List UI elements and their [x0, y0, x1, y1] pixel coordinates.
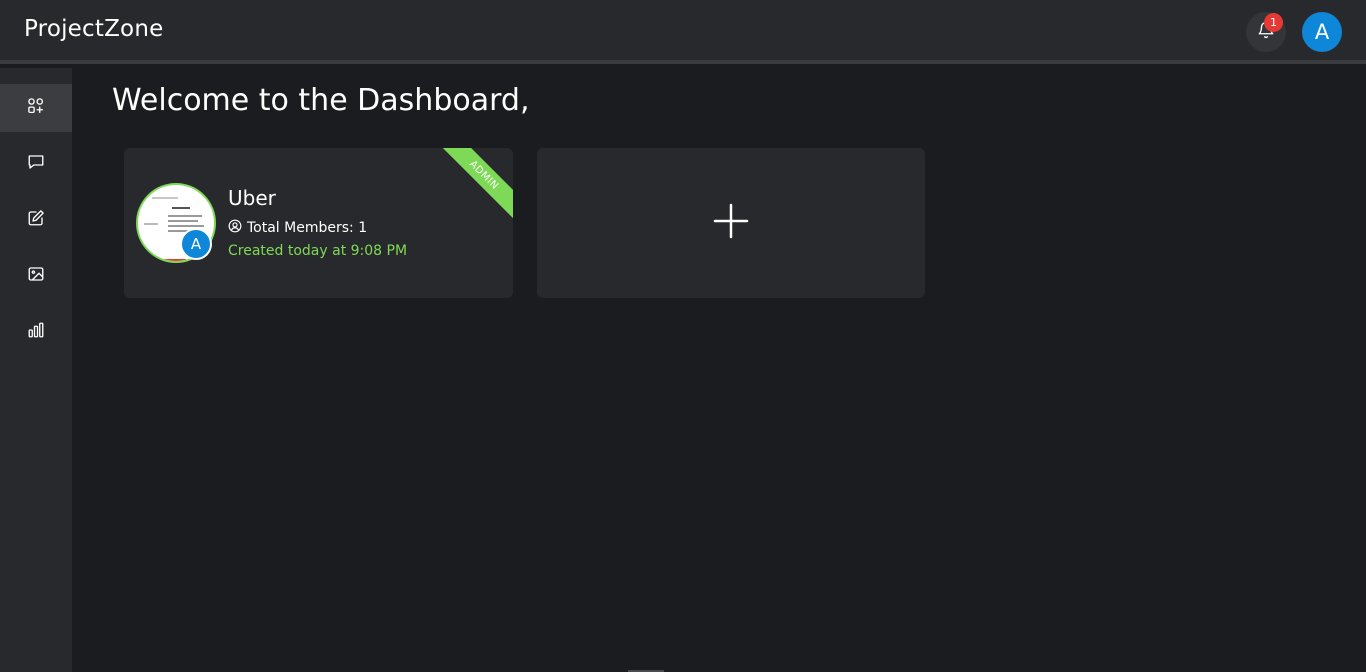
sidebar-item-edit[interactable]	[0, 196, 72, 244]
edit-icon	[27, 209, 45, 231]
top-bar: ProjectZone 1 A	[0, 0, 1366, 64]
sidebar	[0, 68, 72, 672]
add-project-card[interactable]	[537, 148, 925, 298]
dashboard-icon	[27, 97, 45, 119]
project-members: Total Members: 1	[228, 219, 367, 237]
sidebar-item-gallery[interactable]	[0, 252, 72, 300]
page-title: Welcome to the Dashboard,	[112, 83, 530, 118]
project-created-time: Created today at 9:08 PM	[228, 243, 408, 259]
sidebar-item-chat[interactable]	[0, 140, 72, 188]
plus-icon	[713, 203, 749, 243]
sidebar-item-analytics[interactable]	[0, 308, 72, 356]
notification-count-badge: 1	[1264, 13, 1283, 32]
user-avatar[interactable]: A	[1302, 12, 1342, 52]
sidebar-item-dashboard[interactable]	[0, 84, 72, 132]
user-circle-icon	[228, 219, 242, 237]
members-count-label: Total Members: 1	[247, 220, 368, 236]
chat-icon	[27, 153, 45, 175]
project-card-uber[interactable]: A Uber Total Members: 1 Created today at…	[124, 148, 513, 298]
image-icon	[27, 265, 45, 287]
admin-ribbon: ADMIN	[434, 148, 513, 225]
project-owner-avatar: A	[180, 228, 212, 260]
bar-chart-icon	[27, 321, 45, 343]
project-name: Uber	[228, 186, 276, 210]
app-brand[interactable]: ProjectZone	[24, 16, 163, 42]
